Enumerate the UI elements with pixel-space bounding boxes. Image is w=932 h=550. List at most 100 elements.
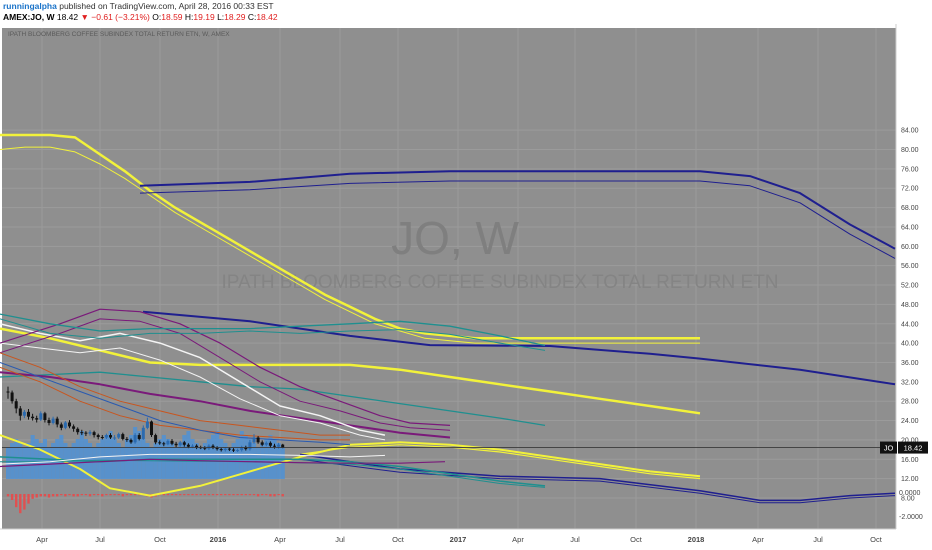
volume-bar [47, 447, 52, 479]
y-tick-label: 48.00 [901, 302, 919, 309]
volume-bar [30, 435, 35, 479]
y-tick-label: 68.00 [901, 205, 919, 212]
volume-bar [59, 435, 64, 479]
candle-body [195, 445, 199, 448]
oscillator-bar [60, 494, 63, 496]
candle-body [27, 411, 30, 417]
candle-body [129, 439, 133, 443]
oscillator-bar [39, 494, 42, 497]
candle-body [150, 421, 153, 436]
volume-bar [124, 439, 129, 479]
y-axis[interactable]: 84.00 80.00 76.00 72.00 68.00 64.00 60.00 56.00… [895, 24, 932, 550]
candle-body [219, 449, 223, 451]
close-value: 18.42 [256, 12, 278, 22]
x-tick-label: Apr [512, 535, 524, 544]
candle-body [6, 391, 10, 393]
volume-bar [161, 435, 166, 479]
volume-bar [112, 439, 117, 479]
oscillator-bar [199, 494, 202, 496]
oscillator-bar [220, 494, 223, 496]
candle-body [227, 448, 231, 450]
oscillator-bar [72, 494, 75, 497]
oscillator-bar [203, 494, 206, 496]
price-chart[interactable]: JO, W IPATH BLOOMBERG COFFEE SUBINDEX TO… [0, 24, 932, 550]
oscillator-bar [97, 494, 100, 496]
chart-header: runningalpha published on TradingView.co… [0, 0, 932, 24]
x-tick-label: Jul [95, 535, 105, 544]
candle-body [191, 445, 194, 447]
oscillator-bar [273, 494, 276, 497]
x-tick-label: Oct [392, 535, 405, 544]
volume-bar [18, 443, 23, 479]
volume-bar [6, 447, 11, 479]
oscillator-bar [191, 494, 194, 496]
candle-body [223, 448, 227, 451]
volume-bar [227, 447, 232, 479]
high-value: 19.19 [193, 12, 215, 22]
chart-title: IPATH BLOOMBERG COFFEE SUBINDEX TOTAL RE… [8, 31, 230, 38]
candle-body [39, 413, 43, 420]
candle-body [260, 442, 264, 445]
y-tick-label: 80.00 [901, 147, 919, 154]
candle-body [256, 437, 260, 443]
open-value: 18.59 [161, 12, 183, 22]
y-tick-label: 12.00 [901, 476, 919, 483]
candle-body [109, 435, 112, 438]
x-tick-label: Apr [274, 535, 286, 544]
candle-body [133, 435, 137, 443]
oscillator-bar [207, 494, 211, 496]
y-tick-label: 44.00 [901, 321, 919, 328]
candle-body [182, 442, 186, 445]
x-axis[interactable]: Apr Jul Oct 2016 Apr Jul Oct 2017 Apr Jul Oct 2018 A… [0, 528, 932, 550]
candle-body [72, 426, 76, 429]
candle-body [154, 435, 158, 443]
oscillator-bar [215, 494, 219, 496]
volume-bar [14, 439, 19, 479]
oscillator-bar [43, 494, 47, 497]
candle-body [117, 434, 121, 438]
volume-bar [198, 447, 203, 479]
oscillator-bar [269, 494, 272, 497]
oscillator-tick-label: -2.0000 [899, 514, 923, 521]
volume-bar [256, 447, 261, 479]
oscillator-bar [80, 494, 83, 496]
last-price-tag: JO 18.42 [880, 441, 928, 454]
candle-body [92, 432, 96, 436]
candle-body [68, 422, 71, 427]
oscillator-bar [281, 494, 284, 497]
oscillator-bar [113, 494, 116, 496]
oscillator-bar [125, 494, 129, 496]
oscillator-bar [236, 494, 239, 496]
oscillator-bar [19, 494, 22, 514]
x-tick-label: 2018 [688, 535, 705, 544]
volume-bar [211, 435, 216, 479]
candle-body [35, 418, 39, 420]
candle-body [252, 437, 256, 443]
x-tick-label: Apr [752, 535, 764, 544]
candle-body [55, 418, 59, 425]
oscillator-bar [117, 494, 120, 496]
candle-body [236, 450, 240, 452]
oscillator-bar [68, 494, 71, 496]
author-link[interactable]: runningalpha [3, 1, 57, 11]
candle-body [137, 435, 141, 439]
x-tick-label: 2016 [210, 535, 227, 544]
candle-body [84, 432, 88, 434]
oscillator-bar [129, 494, 133, 496]
oscillator-bar [244, 494, 247, 496]
candle-body [22, 411, 26, 416]
candle-body [14, 401, 18, 409]
y-tick-label: 36.00 [901, 360, 919, 367]
y-tick-label: 60.00 [901, 244, 919, 251]
oscillator-bar [27, 494, 30, 504]
candle-body [10, 392, 14, 402]
oscillator-bar [240, 494, 243, 496]
candle-body [186, 444, 190, 447]
oscillator-bar [51, 494, 55, 497]
oscillator-bar [109, 494, 112, 496]
candle-body [63, 422, 67, 428]
volume-bar [92, 447, 97, 479]
volume-bar [186, 431, 191, 479]
volume-bar [26, 443, 31, 479]
volume-bar [239, 431, 244, 479]
